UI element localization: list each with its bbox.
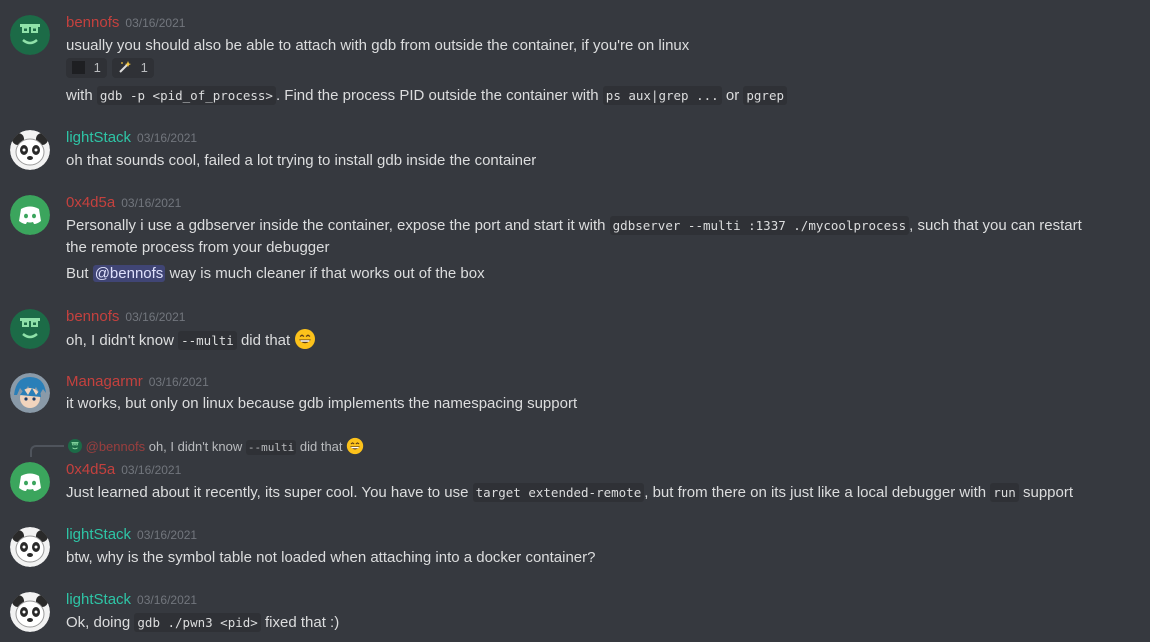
- message-text: the remote process from your debugger: [66, 239, 330, 256]
- message-header: lightStack 03/16/2021: [66, 129, 197, 146]
- timestamp: 03/16/2021: [125, 310, 186, 324]
- user-mention[interactable]: @bennofs: [92, 265, 166, 282]
- text-span: with: [66, 87, 93, 104]
- inline-code: --multi: [178, 331, 237, 350]
- text-span: fixed that :): [264, 614, 340, 631]
- panda-avatar-icon[interactable]: [10, 527, 50, 567]
- message-header: bennofs 03/16/2021: [66, 14, 185, 31]
- inline-code: target extended-remote: [472, 483, 645, 502]
- text-span: Ok, doing: [66, 614, 131, 631]
- message-header: lightStack 03/16/2021: [66, 526, 197, 543]
- username[interactable]: 0x4d5a: [66, 461, 115, 478]
- message-text: oh that sounds cool, failed a lot trying…: [66, 152, 537, 169]
- timestamp: 03/16/2021: [137, 593, 198, 607]
- username[interactable]: Managarmr: [66, 373, 143, 390]
- message-text: btw, why is the symbol table not loaded …: [66, 549, 596, 566]
- message-text: it works, but only on linux because gdb …: [66, 395, 578, 412]
- timestamp: 03/16/2021: [121, 196, 182, 210]
- username[interactable]: lightStack: [66, 526, 131, 543]
- grinning-emoji-icon: [346, 437, 364, 455]
- text-span: Just learned about it recently, its supe…: [66, 484, 469, 501]
- discord-avatar-icon[interactable]: [10, 462, 50, 502]
- reply-preview[interactable]: @bennofs oh, I didn't know --multi did t…: [68, 437, 364, 455]
- black-square-emoji-icon: [72, 61, 85, 74]
- inline-code: run: [990, 483, 1019, 502]
- text-span: But: [66, 265, 89, 282]
- inline-code: gdb -p <pid_of_process>: [96, 86, 276, 105]
- text-span: Personally i use a gdbserver inside the …: [66, 217, 606, 234]
- message-text: oh, I didn't know --multi did that: [66, 328, 316, 352]
- reaction-button[interactable]: 1: [112, 58, 154, 78]
- message-text: But @bennofs way is much cleaner if that…: [66, 263, 485, 285]
- reaction-count: 1: [140, 60, 148, 75]
- text-span: or: [725, 87, 740, 104]
- message-text: Just learned about it recently, its supe…: [66, 482, 1073, 504]
- inline-code: gdb ./pwn3 <pid>: [134, 613, 261, 632]
- text-span: support: [1023, 484, 1074, 501]
- text-span: , such that you can restart: [909, 217, 1082, 234]
- username[interactable]: bennofs: [66, 308, 119, 325]
- anime-avatar-icon[interactable]: [10, 373, 50, 413]
- sunglasses-avatar-icon[interactable]: [10, 15, 50, 55]
- sunglasses-avatar-icon: [68, 439, 82, 453]
- message-text: Personally i use a gdbserver inside the …: [66, 215, 1082, 237]
- message-header: 0x4d5a 03/16/2021: [66, 194, 181, 211]
- timestamp: 03/16/2021: [137, 528, 198, 542]
- reply-mention[interactable]: @bennofs: [86, 439, 145, 454]
- reaction-button[interactable]: 1: [66, 58, 107, 78]
- timestamp: 03/16/2021: [121, 463, 182, 477]
- username[interactable]: bennofs: [66, 14, 119, 31]
- panda-avatar-icon[interactable]: [10, 130, 50, 170]
- inline-code: --multi: [245, 440, 297, 455]
- reaction-count: 1: [93, 60, 101, 75]
- discord-avatar-icon[interactable]: [10, 195, 50, 235]
- inline-code: ps aux|grep ...: [602, 86, 722, 105]
- text-span: , but from there on its just like a loca…: [644, 484, 987, 501]
- sunglasses-avatar-icon[interactable]: [10, 309, 50, 349]
- message-header: 0x4d5a 03/16/2021: [66, 461, 181, 478]
- message-header: Managarmr 03/16/2021: [66, 373, 209, 390]
- username[interactable]: 0x4d5a: [66, 194, 115, 211]
- magic-wand-emoji-icon: [118, 60, 132, 74]
- timestamp: 03/16/2021: [125, 16, 186, 30]
- inline-code: gdbserver --multi :1337 ./mycoolprocess: [609, 216, 910, 235]
- reply-text: did that: [299, 439, 343, 454]
- text-span: . Find the process PID outside the conta…: [275, 87, 599, 104]
- message-header: lightStack 03/16/2021: [66, 591, 197, 608]
- reply-connector: [30, 445, 64, 457]
- username[interactable]: lightStack: [66, 591, 131, 608]
- message-text: usually you should also be able to attac…: [66, 37, 690, 54]
- message-header: bennofs 03/16/2021: [66, 308, 185, 325]
- message-text: Ok, doing gdb ./pwn3 <pid> fixed that :): [66, 612, 339, 634]
- text-span: way is much cleaner if that works out of…: [169, 265, 485, 282]
- timestamp: 03/16/2021: [148, 375, 209, 389]
- text-span: did that: [240, 332, 291, 349]
- reply-text: oh, I didn't know: [148, 439, 243, 454]
- username[interactable]: lightStack: [66, 129, 131, 146]
- inline-code: pgrep: [743, 86, 788, 105]
- panda-avatar-icon[interactable]: [10, 592, 50, 632]
- grinning-emoji-icon: [294, 328, 316, 350]
- message-text: with gdb -p <pid_of_process>. Find the p…: [66, 85, 788, 107]
- timestamp: 03/16/2021: [137, 131, 198, 145]
- text-span: oh, I didn't know: [66, 332, 174, 349]
